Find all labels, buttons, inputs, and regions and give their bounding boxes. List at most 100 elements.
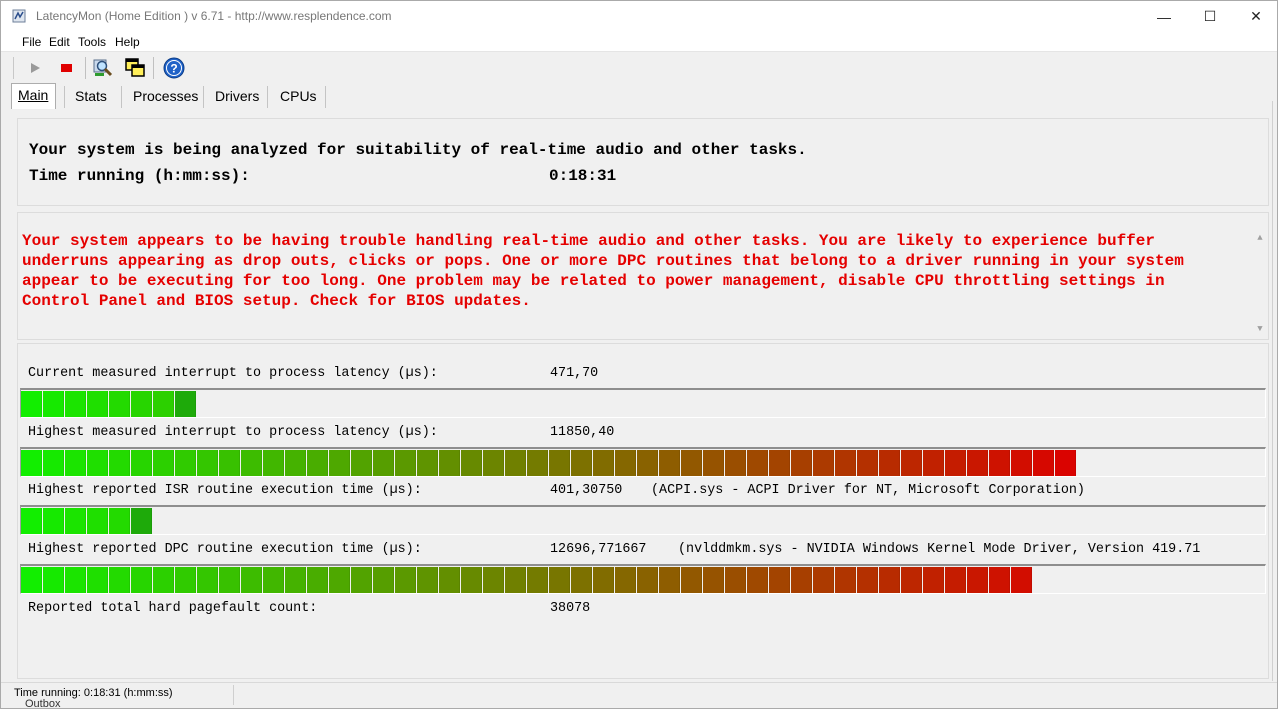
bar-segment [43,450,64,476]
toolbar-grip[interactable] [13,57,16,79]
bar-segment [439,450,460,476]
bar-segment [1011,567,1032,593]
bar-segment [263,567,284,593]
tab-strip: Main Stats Processes Drivers CPUs [1,83,1277,109]
highest-isr-bar [20,505,1266,535]
bar-segment [901,567,922,593]
bar-segment [65,508,86,534]
window-title: LatencyMon (Home Edition ) v 6.71 - http… [36,9,392,23]
bar-segment [945,567,966,593]
bar-segment [417,567,438,593]
bar-segment [483,567,504,593]
maximize-button[interactable]: ☐ [1187,1,1233,32]
menu-help[interactable]: Help [115,35,140,49]
bar-segment [307,450,328,476]
tab-processes-label: Processes [133,88,199,104]
bar-segment [813,567,834,593]
scroll-down-arrow-icon[interactable]: ▼ [1254,324,1266,336]
bar-segment [65,450,86,476]
bar-segment [835,450,856,476]
bar-segment [285,450,306,476]
bar-segment [87,508,108,534]
bar-segment [175,391,196,417]
menu-edit[interactable]: Edit [49,35,70,49]
tab-cpus-label: CPUs [280,88,317,104]
analysis-status-panel: Your system is being analyzed for suitab… [17,118,1269,206]
bar-segment [637,450,658,476]
bar-segment [791,567,812,593]
bar-segment [549,567,570,593]
pagefault-value: 38078 [550,601,591,616]
bar-segment [923,450,944,476]
bar-segment [681,450,702,476]
bar-segment [395,450,416,476]
latencymon-window: LatencyMon (Home Edition ) v 6.71 - http… [0,0,1278,709]
close-button[interactable]: ✕ [1233,1,1277,32]
bar-segment [505,567,526,593]
start-button[interactable] [23,56,47,80]
bar-segment [967,450,988,476]
bar-segment [483,450,504,476]
windows-button[interactable] [123,56,147,80]
minimize-button[interactable]: — [1141,1,1187,32]
bar-segment [571,450,592,476]
help-button[interactable]: ? [162,56,186,80]
tab-processes[interactable]: Processes [127,85,204,109]
bar-segment [725,567,746,593]
bar-segment [175,567,196,593]
maximize-icon: ☐ [1203,8,1217,24]
bar-segment [747,567,768,593]
bar-segment [109,567,130,593]
menu-file[interactable]: File [22,35,41,49]
bar-segment [637,567,658,593]
tab-drivers[interactable]: Drivers [209,85,265,109]
scroll-up-arrow-icon[interactable]: ▲ [1254,233,1266,245]
bar-segment [703,567,724,593]
conclusion-panel[interactable]: Your system appears to be having trouble… [17,212,1269,340]
bar-segment [21,508,42,534]
bar-segment [109,450,130,476]
bar-segment [109,391,130,417]
menu-tools[interactable]: Tools [78,35,106,49]
bar-segment [417,450,438,476]
stop-button[interactable] [54,56,78,80]
tab-stats[interactable]: Stats [69,85,113,109]
bar-segment [285,567,306,593]
bar-segment [329,450,350,476]
current-latency-label: Current measured interrupt to process la… [28,366,438,381]
highest-isr-label: Highest reported ISR routine execution t… [28,483,422,498]
bar-segment [879,567,900,593]
svg-text:?: ? [170,62,177,76]
tab-cpus[interactable]: CPUs [274,85,323,109]
bar-segment [87,567,108,593]
title-bar[interactable]: LatencyMon (Home Edition ) v 6.71 - http… [1,1,1277,32]
bar-segment [725,450,746,476]
bar-segment [87,391,108,417]
bar-segment [615,450,636,476]
bar-segment [747,450,768,476]
close-icon: ✕ [1250,8,1262,24]
bar-segment [835,567,856,593]
tab-separator [325,86,326,108]
warning-line: appear to be executing for too long. One… [22,272,1165,290]
tab-separator [203,86,204,108]
bar-segment [593,567,614,593]
bar-segment [527,567,548,593]
warning-line: Your system appears to be having trouble… [22,232,1155,250]
toolbar-separator [85,57,86,79]
background-outbox-label: Outbox [25,698,61,709]
tab-main[interactable]: Main [11,83,56,109]
bar-segment [131,508,152,534]
bar-segment [1011,450,1032,476]
highest-dpc-value: 12696,771667 [550,542,647,557]
bar-segment [461,567,482,593]
bar-segment [681,567,702,593]
bar-segment [901,450,922,476]
bar-segment [857,567,878,593]
toolbar: ? [1,53,1277,83]
bar-segment [769,567,790,593]
bar-segment [65,391,86,417]
bar-segment [549,450,570,476]
analyze-button[interactable] [91,56,115,80]
bar-segment [351,450,372,476]
